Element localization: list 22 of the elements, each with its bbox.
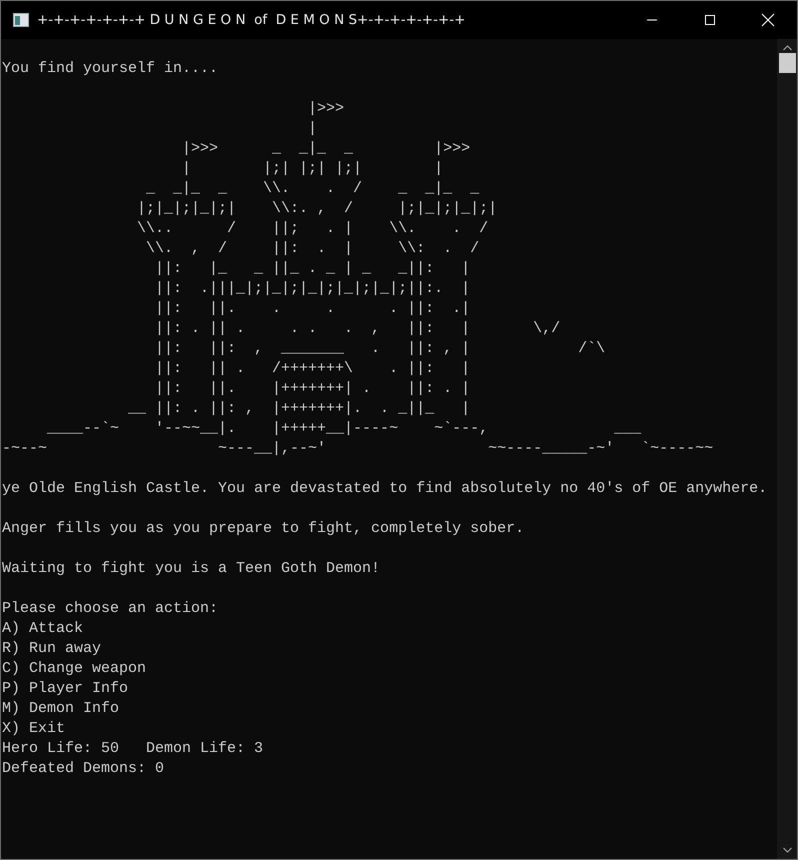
maximize-icon[interactable] [704, 14, 716, 26]
menu-option: A) Attack [2, 619, 777, 639]
ascii-castle-art: |>>> | |>>> _ _|_ _ |>>> | |;| |;| |;| | _ _|_ _ \\. . / _ _|_ _ |;|_|;|_|;| \\:. , / |;|_|;|_|;| \\.. / ||; . | \\. . / \\. , / ||: . | \\: . / ||: |_ _ ||_ . _ | _ _||: | ||: .|||_|;|_|;|_|;|_|;|_|;||:. | ||: ||. . . . ||: .| ||: . || . . . . , ||: | \,/ ||: ||: , _______ . ||: , | /`\ ||: || . /+++++++\ . ||: | ||: ||. |+++++++| . ||: . | __ ||: . ||: , |+++++++|. . _||_ | ____--`~ '--~~__|. |+++++__|----~ ~`---, ___ -~--~ ~---__|,--~' ~~----_____-~' `~----~~ [2, 99, 714, 459]
scroll-down-icon[interactable] [782, 847, 792, 853]
console-line: Anger fills you as you prepare to fight, completely sober. [2, 519, 526, 539]
console-line: Hero Life: 50 Demon Life: 3 [2, 739, 264, 759]
window-title: +-+-+-+-+-+-+ D U N G E O N of D E M O N S+-+-+-+-+-+-+ [37, 10, 466, 30]
console-line: Defeated Demons: 0 [2, 759, 166, 779]
menu-option: M) Demon Info [2, 699, 777, 719]
console-app-icon [13, 13, 29, 27]
menu-option: P) Player Info [2, 679, 777, 699]
scrollbar-thumb[interactable] [778, 53, 796, 73]
console-line: Please choose an action: [2, 599, 220, 619]
menu-option: R) Run away [2, 639, 777, 659]
scroll-up-icon[interactable] [782, 45, 792, 51]
close-icon[interactable] [761, 13, 775, 27]
console-line: Waiting to fight you is a Teen Goth Demon! [2, 559, 382, 579]
menu-option: X) Exit [2, 719, 777, 739]
console-line: You find yourself in.... [2, 59, 220, 79]
console-line: ye Olde English Castle. You are devastated to find absolutely no 40's of OE anywhere. [2, 479, 768, 499]
scrollbar[interactable] [777, 39, 797, 859]
menu-option: C) Change weapon [2, 659, 777, 679]
